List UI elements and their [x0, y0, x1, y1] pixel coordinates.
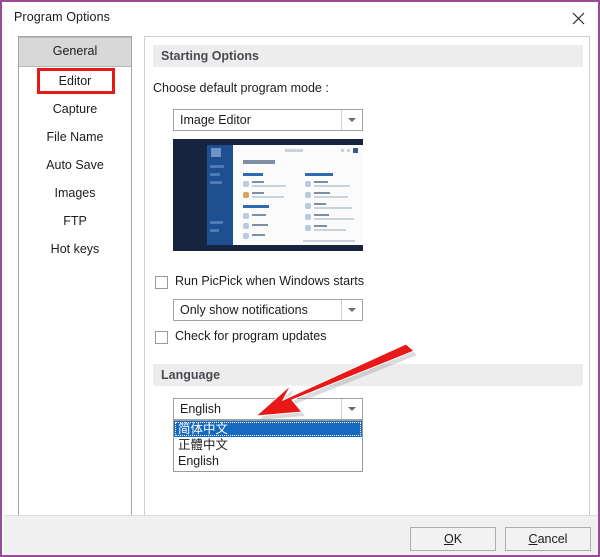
run-at-startup-checkbox[interactable]: [155, 276, 168, 289]
settings-sidebar: General Editor Capture File Name Auto Sa…: [18, 36, 132, 516]
sidebar-item-label: File Name: [46, 130, 104, 144]
ok-button-label: OK: [443, 532, 463, 546]
language-dropdown-list[interactable]: 简体中文 正體中文 English: [173, 420, 363, 472]
program-options-dialog: Program Options General Editor Capture F…: [0, 0, 600, 557]
language-combo-value: English: [180, 402, 221, 416]
sidebar-item-file-name[interactable]: File Name: [19, 123, 131, 151]
ok-button[interactable]: OK: [410, 527, 496, 551]
program-mode-preview: [173, 139, 363, 251]
sidebar-item-label: Auto Save: [46, 158, 104, 172]
close-icon[interactable]: [556, 4, 598, 32]
chevron-down-icon[interactable]: [341, 110, 362, 130]
language-option-simplified-chinese[interactable]: 简体中文: [174, 421, 362, 437]
notification-combo-value: Only show notifications: [180, 303, 308, 317]
language-group-header: Language: [153, 364, 583, 386]
title-bar: Program Options: [4, 4, 598, 33]
cancel-button[interactable]: Cancel: [505, 527, 591, 551]
sidebar-item-ftp[interactable]: FTP: [19, 207, 131, 235]
check-updates-label: Check for program updates: [175, 329, 327, 343]
chevron-down-icon[interactable]: [341, 300, 362, 320]
sidebar-item-auto-save[interactable]: Auto Save: [19, 151, 131, 179]
dialog-body: General Editor Capture File Name Auto Sa…: [4, 32, 598, 516]
cancel-button-label: Cancel: [528, 532, 568, 546]
window-title: Program Options: [14, 10, 110, 24]
sidebar-item-label: Capture: [52, 102, 98, 116]
starting-options-group-header: Starting Options: [153, 45, 583, 67]
language-option-english[interactable]: English: [174, 453, 362, 469]
sidebar-item-label: Hot keys: [50, 242, 100, 256]
default-mode-label: Choose default program mode :: [153, 81, 329, 95]
sidebar-item-images[interactable]: Images: [19, 179, 131, 207]
sidebar-item-label: FTP: [63, 214, 87, 228]
language-option-traditional-chinese[interactable]: 正體中文: [174, 437, 362, 453]
preview-main-panel: [233, 145, 363, 245]
language-combo[interactable]: English: [173, 398, 363, 420]
run-at-startup-label: Run PicPick when Windows starts: [175, 274, 364, 288]
notification-combo[interactable]: Only show notifications: [173, 299, 363, 321]
default-mode-combo[interactable]: Image Editor: [173, 109, 363, 131]
sidebar-item-label: General: [52, 44, 98, 58]
check-updates-checkbox[interactable]: [155, 331, 168, 344]
chevron-down-icon[interactable]: [341, 399, 362, 419]
dialog-footer: OK Cancel: [4, 515, 598, 555]
sidebar-item-label: Images: [54, 186, 96, 200]
sidebar-item-editor[interactable]: Editor: [19, 67, 131, 95]
default-mode-combo-value: Image Editor: [180, 113, 251, 127]
sidebar-item-general[interactable]: General: [19, 37, 131, 67]
sidebar-item-capture[interactable]: Capture: [19, 95, 131, 123]
sidebar-item-label: Editor: [58, 74, 92, 88]
sidebar-item-hot-keys[interactable]: Hot keys: [19, 235, 131, 263]
preview-sidebar: [207, 145, 233, 245]
settings-content-panel: Starting Options Choose default program …: [144, 36, 590, 516]
